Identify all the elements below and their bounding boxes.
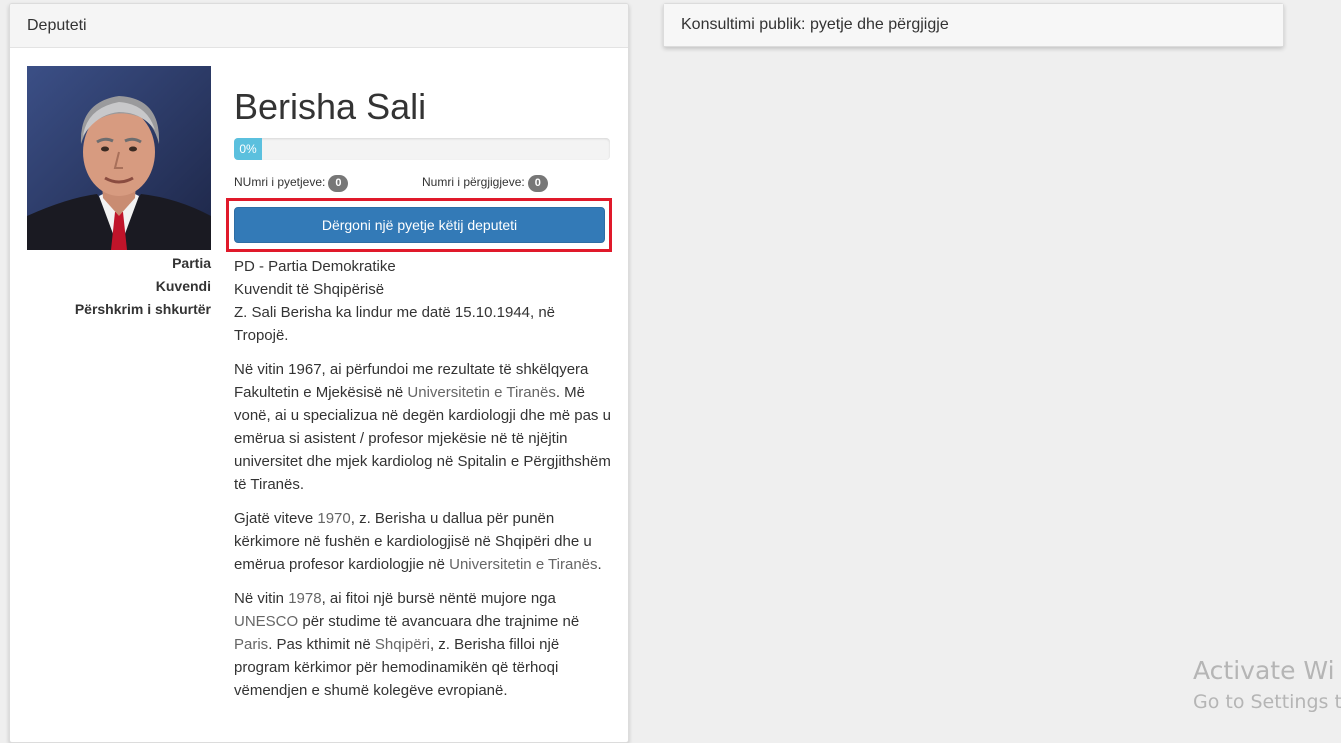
bio-link[interactable]: Universitetin e Tiranës [407, 384, 555, 401]
bio-link[interactable]: Paris [234, 636, 268, 653]
send-question-highlight: Dërgoni një pyetje këtij deputeti [226, 198, 612, 252]
deputy-content: Berisha Sali 0% NUmri i pyetjeve: 0 Numri… [226, 84, 612, 699]
bio-paragraph: Në vitin 1967, ai përfundoi me rezultate… [234, 358, 612, 496]
portrait-image [27, 66, 211, 250]
party-value: PD - Partia Demokratike [234, 258, 396, 275]
answers-count-badge: 0 [527, 175, 548, 192]
bio-link[interactable]: 1978 [288, 590, 321, 607]
activation-watermark-subtitle: Go to Settings t [1193, 691, 1341, 713]
deputy-name: Berisha Sali [234, 86, 427, 127]
bio-paragraph: Në vitin 1978, ai fitoi një bursë nëntë … [234, 587, 612, 702]
bio-text: , ai fitoi një bursë nëntë mujore nga [321, 590, 556, 607]
bio-link[interactable]: Universitetin e Tiranës [449, 556, 597, 573]
assembly-label: Kuvendi [155, 278, 211, 294]
deputy-panel: Deputeti Partia Kuvendi Përshkrim i shku… [9, 3, 629, 743]
bio-link[interactable]: 1970 [317, 510, 350, 527]
assembly-value: Kuvendit të Shqipërisë [234, 281, 385, 298]
answers-count-label: Numri i përgjigjeve: [422, 175, 525, 189]
deputy-field-labels: Partia Kuvendi Përshkrim i shkurtër [27, 252, 211, 321]
send-question-button[interactable]: Dërgoni një pyetje këtij deputeti [234, 207, 605, 243]
bio-text: . [597, 556, 602, 573]
activation-watermark: Activate Wi Go to Settings t [1193, 655, 1341, 717]
questions-count-badge: 0 [328, 175, 349, 192]
consultation-panel-heading: Konsultimi publik: pyetje dhe përgjigje [664, 4, 1283, 46]
bio-text: Gjatë viteve [234, 510, 318, 527]
deputy-photo [27, 66, 211, 250]
bio-text: . Pas kthimit në [268, 636, 375, 653]
questions-count: NUmri i pyetjeve: 0 [234, 175, 349, 192]
bio-link[interactable]: Shqipëri [375, 636, 430, 653]
bio-paragraph: Z. Sali Berisha ka lindur me datë 15.10.… [234, 304, 556, 344]
answer-progress: 0% [234, 138, 610, 160]
bio-paragraph: Gjatë viteve 1970, z. Berisha u dallua p… [234, 507, 612, 576]
answer-progress-bar: 0% [234, 138, 262, 160]
consultation-panel: Konsultimi publik: pyetje dhe përgjigje [663, 3, 1284, 47]
bio-text: Në vitin [234, 590, 289, 607]
bio-text: për studime të avancuara dhe trajnime në [298, 613, 580, 630]
bio-link[interactable]: UNESCO [234, 613, 298, 630]
deputy-info: PD - Partia Demokratike Kuvendit të Shqi… [234, 255, 612, 713]
activation-watermark-title: Activate Wi [1193, 656, 1335, 685]
answers-count: Numri i përgjigjeve: 0 [422, 175, 548, 192]
question-counts: NUmri i pyetjeve: 0 Numri i përgjigjeve: 0 [234, 175, 612, 195]
description-label: Përshkrim i shkurtër [74, 301, 211, 317]
questions-count-label: NUmri i pyetjeve: [234, 175, 326, 189]
deputy-panel-heading: Deputeti [10, 4, 628, 48]
party-label: Partia [172, 255, 211, 271]
